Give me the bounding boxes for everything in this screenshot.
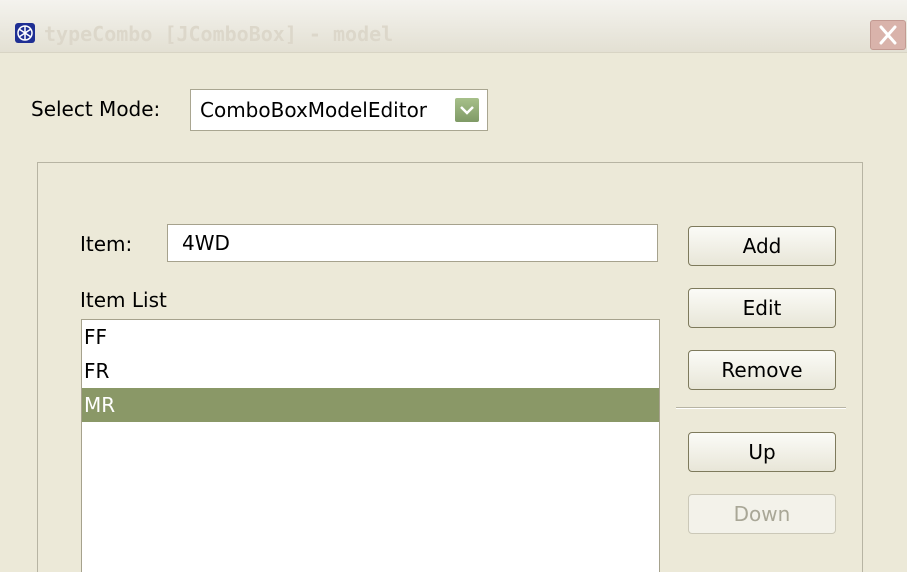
- button-separator: [676, 407, 846, 409]
- dialog-window: typeCombo [JComboBox] - model Select Mod…: [0, 0, 907, 572]
- up-button[interactable]: Up: [688, 432, 836, 472]
- select-mode-label: Select Mode:: [31, 97, 161, 121]
- mode-select-value: ComboBoxModelEditor: [200, 98, 428, 122]
- title-bar[interactable]: typeCombo [JComboBox] - model: [0, 0, 907, 53]
- down-button[interactable]: Down: [688, 494, 836, 534]
- item-list-label: Item List: [80, 288, 167, 312]
- mode-select[interactable]: ComboBoxModelEditor: [190, 89, 488, 131]
- chevron-down-icon: [460, 106, 474, 115]
- mode-dropdown-button[interactable]: [454, 97, 480, 123]
- list-item[interactable]: FR: [82, 354, 659, 388]
- edit-button[interactable]: Edit: [688, 288, 836, 328]
- close-icon: [879, 25, 897, 45]
- item-input[interactable]: [167, 224, 658, 262]
- add-button[interactable]: Add: [688, 226, 836, 266]
- item-label: Item:: [80, 232, 133, 256]
- window-title: typeCombo [JComboBox] - model: [44, 22, 394, 46]
- list-item[interactable]: FF: [82, 320, 659, 354]
- close-button[interactable]: [870, 20, 906, 50]
- remove-button[interactable]: Remove: [688, 350, 836, 390]
- snowflake-icon: [15, 23, 35, 43]
- item-list[interactable]: FF FR MR: [81, 319, 660, 572]
- list-item-selected[interactable]: MR: [82, 388, 659, 422]
